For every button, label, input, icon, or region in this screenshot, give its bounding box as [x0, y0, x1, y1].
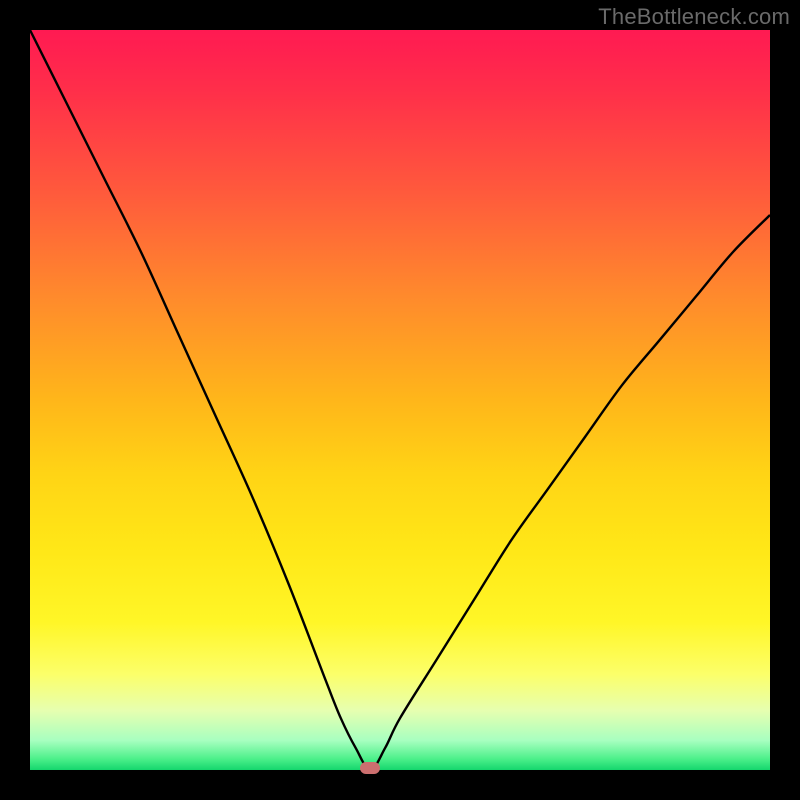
optimal-point-marker: [360, 762, 380, 774]
plot-area: [30, 30, 770, 770]
bottleneck-curve-path: [30, 30, 770, 770]
watermark-text: TheBottleneck.com: [598, 4, 790, 30]
bottleneck-curve-layer: [30, 30, 770, 770]
chart-frame: [0, 0, 800, 800]
